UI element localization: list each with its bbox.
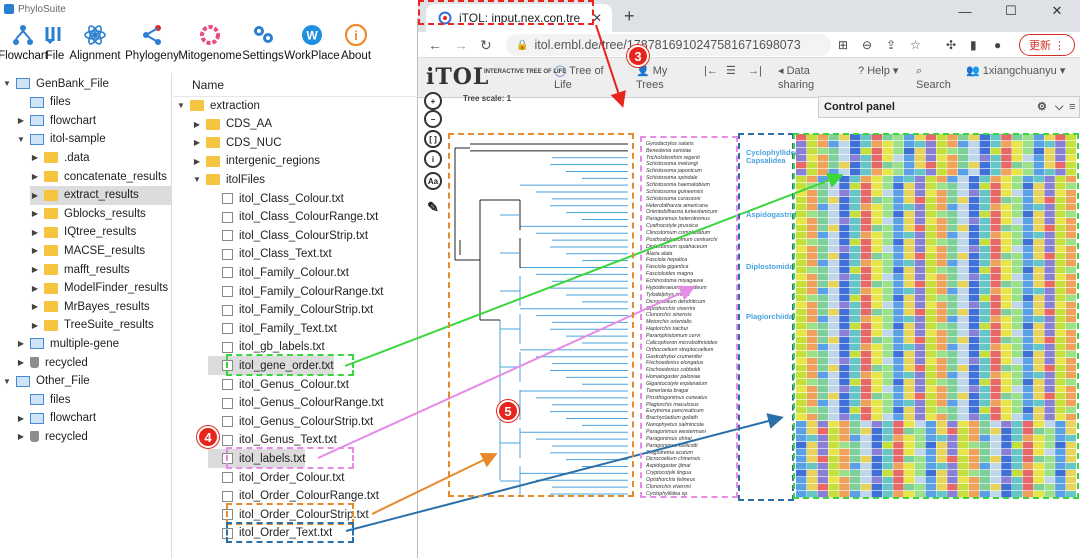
gene-order-region-box — [793, 133, 1079, 499]
labels-region-box — [640, 136, 738, 498]
clade-region-box — [738, 133, 794, 501]
tab-highlight-box — [418, 0, 594, 25]
annotation-circle-4: 4 — [197, 426, 219, 448]
annotation-circle-3: 3 — [627, 45, 649, 67]
tree-region-box — [448, 133, 634, 497]
